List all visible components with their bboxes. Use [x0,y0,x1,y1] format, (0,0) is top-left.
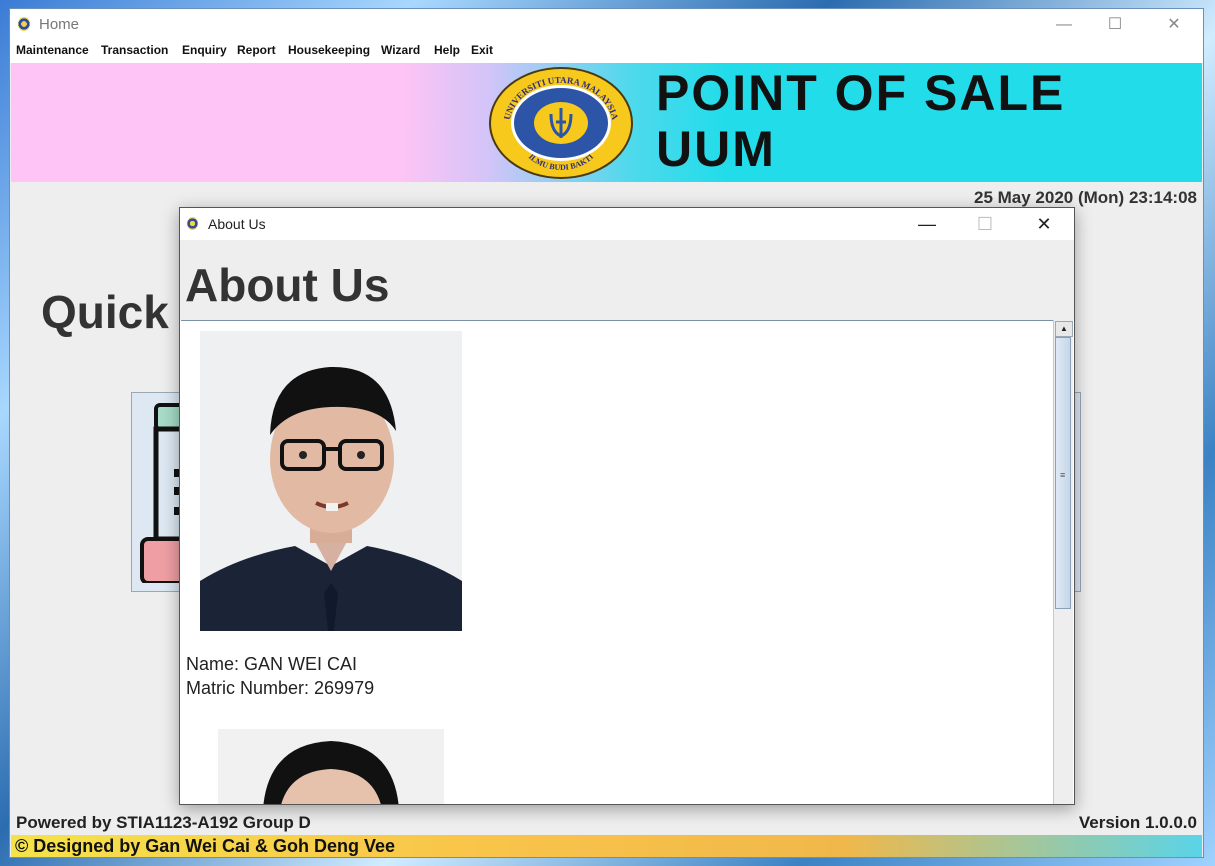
main-titlebar: Home — ☐ ✕ [10,9,1203,41]
dialog-logo-icon [187,217,198,230]
menu-maintenance[interactable]: Maintenance [16,43,89,57]
credit-bar: © Designed by Gan Wei Cai & Goh Deng Vee [11,835,1202,857]
close-button[interactable]: ✕ [1154,13,1194,37]
scroll-grip-icon: ≡ [1060,470,1066,480]
member-photo-2 [218,729,444,804]
powered-by-text: Powered by STIA1123-A192 Group D [16,813,311,832]
version-text: Version 1.0.0.0 [1078,813,1197,832]
datetime-display: 25 May 2020 (Mon) 23:14:08 [974,188,1197,207]
logo-emblem [511,85,611,161]
uum-logo: UNIVERSITI UTARA MALAYSIA ILMU BUDI BAKT… [489,67,633,179]
member-matric: Matric Number: 269979 [186,678,375,698]
member-name: Name: GAN WEI CAI [186,654,358,674]
vertical-scrollbar[interactable]: ▲ ≡ [1053,320,1073,804]
dialog-header: About Us [180,240,1074,320]
dialog-titlebar: About Us — ☐ ✕ [180,208,1074,240]
scroll-thumb[interactable]: ≡ [1055,337,1071,609]
dialog-title: About Us [208,216,266,232]
logo-core [534,102,588,144]
quick-access-title: Quick [41,286,169,338]
scroll-up-button[interactable]: ▲ [1055,321,1073,337]
member-portrait [200,331,462,631]
menu-report[interactable]: Report [237,43,276,57]
minimize-button[interactable]: — [1044,13,1084,37]
logo-plant-icon [549,108,573,138]
dialog-minimize-button[interactable]: — [907,212,947,236]
header-banner: UNIVERSITI UTARA MALAYSIA ILMU BUDI BAKT… [11,63,1202,182]
dialog-maximize-button[interactable]: ☐ [965,212,1005,236]
about-us-dialog: About Us — ☐ ✕ About Us Name: GAN WEI CA… [179,207,1075,805]
banner-title: POINT OF SALE [656,65,1066,121]
app-logo-icon [18,17,30,31]
member-portrait-2 [218,729,444,804]
dialog-close-button[interactable]: ✕ [1024,212,1064,236]
member-photo [200,331,462,631]
banner-subtitle: UUM [656,121,776,177]
menu-exit[interactable]: Exit [471,43,493,57]
main-window-title: Home [39,16,80,33]
menu-enquiry[interactable]: Enquiry [182,43,227,57]
menu-help[interactable]: Help [434,43,460,57]
credit-text: © Designed by Gan Wei Cai & Goh Deng Vee [15,836,396,856]
menu-wizard[interactable]: Wizard [381,43,420,57]
menu-housekeeping[interactable]: Housekeeping [288,43,370,57]
about-us-heading: About Us [185,259,390,311]
maximize-button[interactable]: ☐ [1095,13,1135,37]
menu-transaction[interactable]: Transaction [101,43,168,57]
about-us-content[interactable]: Name: GAN WEI CAI Matric Number: 269979 [181,320,1053,804]
